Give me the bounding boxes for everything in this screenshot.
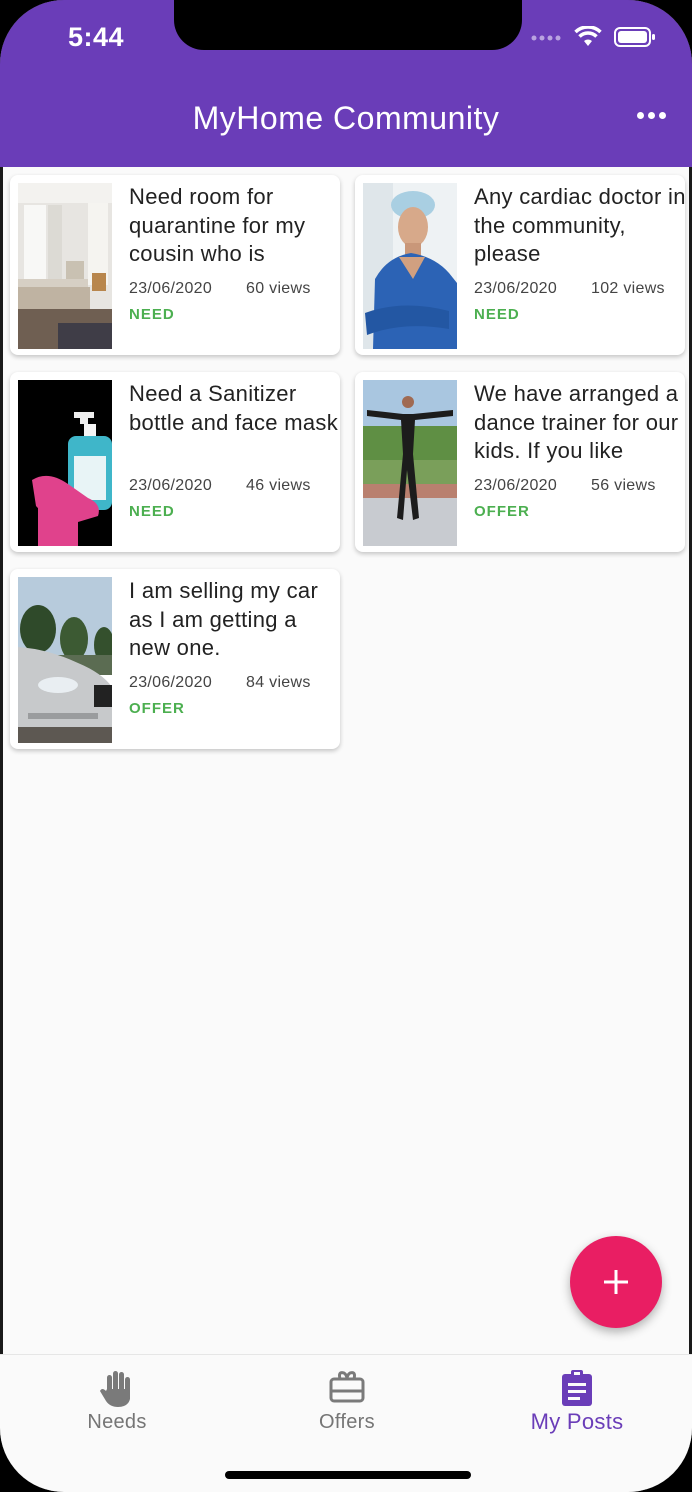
- nav-label: Offers: [319, 1411, 375, 1433]
- post-title: I am selling my car as I am getting a ne…: [129, 578, 319, 660]
- post-card[interactable]: Need a Sanitizer bottle and face mask 23…: [10, 372, 340, 552]
- dance-trainer-photo: [363, 380, 457, 546]
- hand-icon: [100, 1371, 130, 1407]
- app-bar: 5:44 MyHome Community: [0, 0, 692, 167]
- page-title: MyHome Community: [192, 100, 500, 136]
- status-icons: [530, 26, 656, 48]
- post-card[interactable]: I am selling my car as I am getting a ne…: [10, 569, 340, 749]
- post-type-badge: OFFER: [474, 503, 530, 520]
- post-date: 23/06/2020: [129, 477, 213, 494]
- post-date: 23/06/2020: [129, 280, 213, 297]
- post-card[interactable]: Need room for quarantine for my cousin w…: [10, 175, 340, 355]
- doctor-photo: [363, 183, 457, 349]
- battery-icon: [614, 27, 655, 47]
- post-views: 46 views: [246, 477, 311, 494]
- phone-screen: 5:44 MyHome Community Need room for quar…: [0, 0, 692, 1492]
- gift-card-icon: [329, 1371, 365, 1403]
- post-card[interactable]: Any cardiac doctor in the community, ple…: [355, 175, 685, 355]
- post-type-badge: OFFER: [129, 700, 185, 717]
- status-time: 5:44: [68, 22, 125, 52]
- sanitizer-photo: [18, 380, 112, 546]
- home-indicator: [225, 1471, 471, 1479]
- bedroom-photo: [18, 183, 112, 349]
- post-type-badge: NEED: [474, 306, 520, 323]
- add-icon: [604, 1270, 628, 1294]
- post-type-badge: NEED: [129, 503, 175, 520]
- nav-item-needs[interactable]: Needs: [2, 1355, 232, 1445]
- post-date: 23/06/2020: [474, 477, 558, 494]
- nav-label: My Posts: [530, 1409, 624, 1434]
- nav-item-offers[interactable]: Offers: [232, 1355, 462, 1445]
- post-card[interactable]: We have arranged a dance trainer for our…: [355, 372, 685, 552]
- wifi-icon: [574, 26, 602, 46]
- car-photo: [18, 577, 112, 743]
- post-views: 102 views: [591, 280, 665, 297]
- nav-label: Needs: [87, 1411, 147, 1433]
- more-options-icon[interactable]: [637, 112, 666, 119]
- device-notch: [174, 0, 522, 50]
- post-views: 84 views: [246, 674, 311, 691]
- post-date: 23/06/2020: [474, 280, 558, 297]
- nav-item-my-posts[interactable]: My Posts: [462, 1355, 692, 1445]
- post-views: 60 views: [246, 280, 311, 297]
- post-views: 56 views: [591, 477, 656, 494]
- add-post-button[interactable]: [570, 1236, 662, 1328]
- post-title: We have arranged a dance trainer for our…: [474, 381, 679, 463]
- post-type-badge: NEED: [129, 306, 175, 323]
- post-title: Need room for quarantine for my cousin w…: [129, 184, 306, 266]
- post-date: 23/06/2020: [129, 674, 213, 691]
- cellular-signal-icon: [531, 35, 561, 41]
- post-title: Any cardiac doctor in the community, ple…: [474, 184, 686, 266]
- post-title: Need a Sanitizer bottle and face mask: [129, 381, 339, 435]
- clipboard-icon: [562, 1370, 592, 1406]
